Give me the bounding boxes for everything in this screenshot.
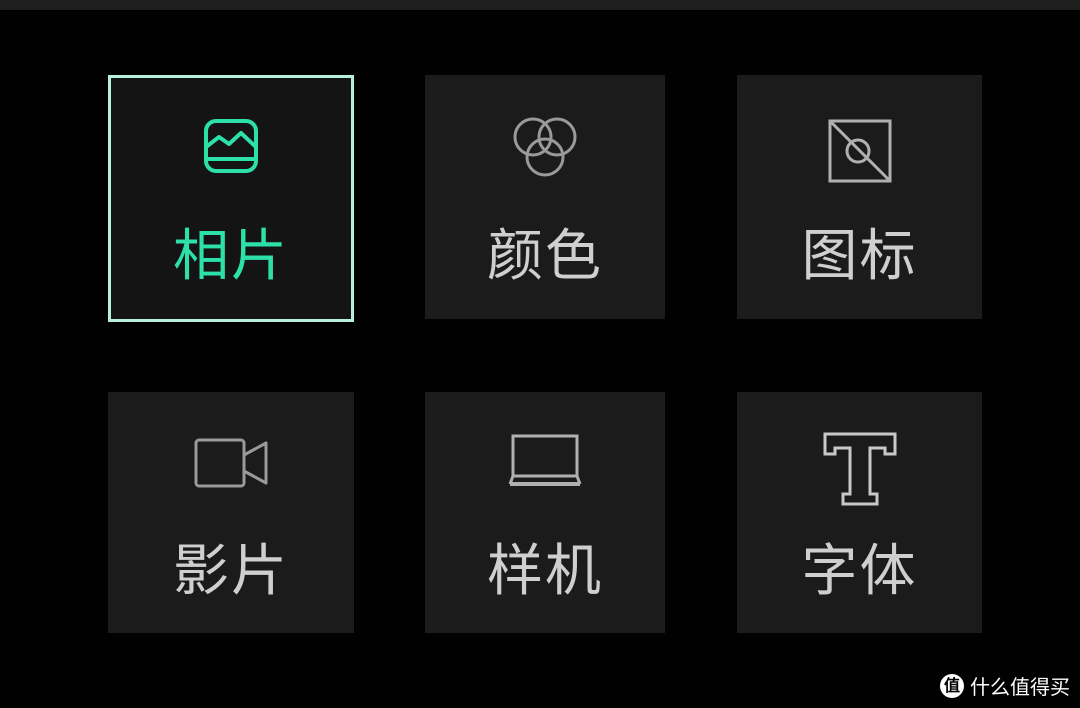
video-icon <box>186 428 276 518</box>
menu-item-label: 颜色 <box>487 224 603 289</box>
icon-icon <box>815 113 905 203</box>
menu-item-photo[interactable]: 相片 <box>108 75 354 322</box>
menu-item-video[interactable]: 影片 <box>108 392 354 633</box>
font-icon <box>815 428 905 518</box>
menu-item-label: 影片 <box>173 539 289 604</box>
menu-item-font[interactable]: 字体 <box>737 392 982 633</box>
photo-icon <box>186 116 276 206</box>
mockup-icon <box>500 428 590 518</box>
menu-item-label: 图标 <box>801 224 918 289</box>
color-icon <box>500 113 590 203</box>
watermark-logo: 值 <box>940 673 964 698</box>
menu-item-mockup[interactable]: 样机 <box>425 392 665 633</box>
top-bar <box>0 0 1080 10</box>
watermark-text: 什么值得买 <box>970 675 1070 699</box>
menu-item-color[interactable]: 颜色 <box>425 75 665 319</box>
menu-item-label: 字体 <box>801 539 918 604</box>
menu-item-icon[interactable]: 图标 <box>737 75 982 319</box>
menu-item-label: 相片 <box>173 224 289 289</box>
menu-item-label: 样机 <box>487 539 603 604</box>
tool-menu-screen: 相片 颜色 图标 影片 样机 字体 值 什么值得买 <box>0 0 1080 708</box>
watermark: 值 什么值得买 <box>940 671 1070 700</box>
